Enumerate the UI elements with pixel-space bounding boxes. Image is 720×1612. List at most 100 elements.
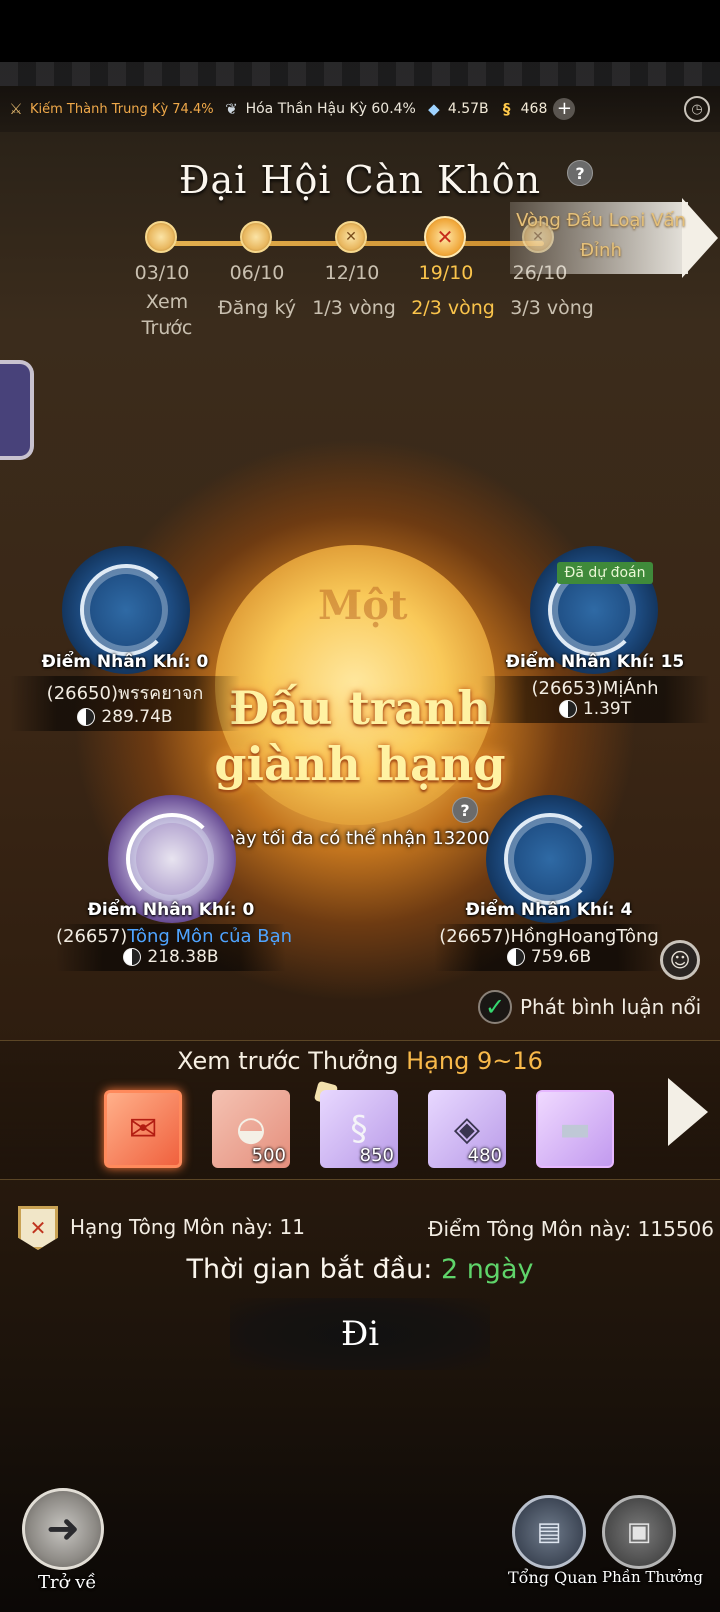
- player-card-3: Điểm Nhân Khí: 0 (26657)Tông Môn của Bạn…: [56, 900, 292, 971]
- player-power-value: 218.38B: [147, 947, 219, 967]
- timeline-node-3[interactable]: ✕: [335, 221, 367, 253]
- player-power: 289.74B: [10, 707, 240, 727]
- player-score: Điểm Nhân Khí: 0: [87, 900, 255, 920]
- floating-comments-label: Phát bình luận nổi: [520, 995, 702, 1019]
- rewards-label: Phần Thưởng: [602, 1568, 703, 1586]
- player-plate: (26653)MịÁnh 1.39T: [480, 676, 710, 723]
- player-plate: (26650)พรรคยาจก 289.74B: [10, 676, 240, 731]
- realm-2-text: Hóa Thần Hậu Kỳ 60.4%: [245, 101, 416, 117]
- coin-icon: §: [502, 100, 511, 118]
- status-bar: [0, 0, 720, 62]
- clan-rank: Hạng Tông Môn này: 11: [70, 1215, 305, 1239]
- player-name: (26653)MịÁnh: [531, 678, 659, 699]
- yin-yang-icon: [123, 948, 142, 966]
- player-power: 1.39T: [480, 699, 710, 719]
- back-button[interactable]: ➜: [22, 1488, 104, 1570]
- predicted-badge: Đã dự đoán: [557, 562, 653, 584]
- chest-icon: ▣: [626, 1517, 652, 1547]
- player-score: Điểm Nhân Khí: 4: [465, 900, 633, 920]
- ornament-border: [0, 62, 720, 86]
- reward-item-4[interactable]: ◈ 480: [428, 1090, 506, 1168]
- token-icon: ▬: [558, 1109, 592, 1149]
- timeline-stage-4: 2/3 vòng: [411, 297, 495, 319]
- coin-value: 468: [520, 101, 548, 117]
- yin-yang-icon: [506, 948, 525, 966]
- rewards-button[interactable]: ▣: [602, 1495, 676, 1569]
- overview-label: Tổng Quan: [508, 1568, 598, 1587]
- player-power-value: 1.39T: [582, 699, 632, 719]
- yin-yang-icon: [558, 700, 577, 718]
- timeline-stage-3: 1/3 vòng: [312, 297, 396, 319]
- realm-1-text: Kiếm Thành Trung Kỳ 74.4%: [30, 101, 214, 117]
- gem-value: 4.57B: [447, 101, 489, 117]
- reward-item-1[interactable]: ✉: [104, 1090, 182, 1168]
- clan-points: Điểm Tông Môn này: 115506: [427, 1217, 714, 1241]
- swirl-emblem-icon: [126, 813, 218, 905]
- fan-icon: ❦: [225, 100, 238, 118]
- wave-emblem-icon: [504, 813, 596, 905]
- plus-icon[interactable]: +: [553, 98, 576, 120]
- player-power-value: 289.74B: [101, 707, 173, 727]
- help-icon[interactable]: ?: [567, 160, 593, 186]
- overview-button[interactable]: ▤: [512, 1495, 586, 1569]
- player-score: Điểm Nhân Khí: 0: [41, 652, 209, 672]
- reward-count: 480: [467, 1145, 502, 1166]
- next-stage-button[interactable]: Vòng Đấu Loại Vấn Đỉnh: [510, 198, 718, 278]
- reward-item-2[interactable]: ◒ 500: [212, 1090, 290, 1168]
- timeline-date-4: 19/10: [418, 262, 474, 284]
- player-card-1: Điểm Nhân Khí: 0 (26650)พรรคยาจก 289.74B: [10, 652, 240, 731]
- timeline-node-1[interactable]: [145, 221, 177, 253]
- crystal-icon: ◆: [428, 100, 440, 118]
- reward-count: 850: [359, 1145, 394, 1166]
- jade-pendant-icon: §: [350, 1109, 368, 1149]
- checkmark-icon[interactable]: ✓: [478, 990, 512, 1024]
- start-time: Thời gian bắt đầu: 2 ngày: [0, 1254, 720, 1285]
- sword-icon: ⚔: [9, 100, 23, 118]
- player-plate: (26657)Tông Môn của Bạn 218.38B: [56, 924, 292, 971]
- go-button[interactable]: Đi: [230, 1298, 490, 1370]
- floating-comments-toggle[interactable]: ✓ Phát bình luận nổi: [478, 990, 701, 1024]
- player-card-4: Điểm Nhân Khí: 4 (26657)HồngHoangTông 75…: [434, 900, 664, 971]
- timeline-node-4[interactable]: ✕: [424, 216, 466, 258]
- timeline-date-3: 12/10: [324, 262, 380, 284]
- yin-yang-icon: [77, 708, 96, 726]
- reward-next-arrow-icon[interactable]: [668, 1078, 708, 1146]
- player-power: 759.6B: [434, 947, 664, 967]
- danmaku-icon[interactable]: ☺: [660, 940, 700, 980]
- crossed-swords-icon: ✕: [345, 229, 357, 245]
- reward-title: Xem trước Thưởng Hạng 9~16: [0, 1047, 720, 1075]
- reward-item-3[interactable]: § 850: [320, 1090, 398, 1168]
- timeline-date-1: 03/10: [134, 262, 190, 284]
- start-time-value: 2 ngày: [440, 1254, 534, 1285]
- envelope-icon: ✉: [128, 1109, 158, 1149]
- match-title-line-2: giành hạng: [214, 737, 506, 791]
- clock-icon[interactable]: ◷: [684, 96, 710, 122]
- player-name: (26657)HồngHoangTông: [439, 926, 659, 947]
- back-arrow-icon: ➜: [46, 1506, 80, 1552]
- reward-item-5[interactable]: ▬: [536, 1090, 614, 1168]
- ingot-icon: ◒: [236, 1109, 266, 1149]
- player-card-2: Điểm Nhân Khí: 15 (26653)MịÁnh 1.39T: [480, 652, 710, 723]
- player-plate: (26657)HồngHoangTông 759.6B: [434, 924, 664, 971]
- timeline-stage-5: 3/3 vòng: [510, 297, 594, 319]
- orb-ghost-text: Một: [318, 582, 408, 629]
- player-power: 218.38B: [56, 947, 286, 967]
- resource-bar: ⚔ Kiếm Thành Trung Kỳ 74.4% ❦ Hóa Thần H…: [0, 86, 720, 132]
- scroll-icon: ◈: [453, 1109, 481, 1149]
- wave-emblem-icon: [80, 564, 172, 656]
- start-time-label: Thời gian bắt đầu:: [186, 1254, 433, 1285]
- reward-count: 500: [251, 1145, 286, 1166]
- screen: ⚔ Kiếm Thành Trung Kỳ 74.4% ❦ Hóa Thần H…: [0, 0, 720, 1612]
- scroll-map-icon: ▤: [536, 1517, 562, 1547]
- timeline-stage-2: Đăng ký: [217, 297, 297, 319]
- match-help-icon[interactable]: ?: [452, 797, 478, 823]
- arrow-right-icon: [682, 198, 718, 278]
- timeline-node-2[interactable]: [240, 221, 272, 253]
- clan-banner-icon: ✕: [18, 1206, 58, 1250]
- player-power-value: 759.6B: [530, 947, 592, 967]
- crossed-swords-icon: ✕: [436, 225, 454, 249]
- page-title: Đại Hội Càn Khôn: [178, 158, 542, 202]
- coin-counter: § 468 +: [497, 98, 576, 120]
- side-drawer-tab[interactable]: [0, 360, 34, 460]
- next-stage-label: Vòng Đấu Loại Vấn Đỉnh: [516, 210, 686, 261]
